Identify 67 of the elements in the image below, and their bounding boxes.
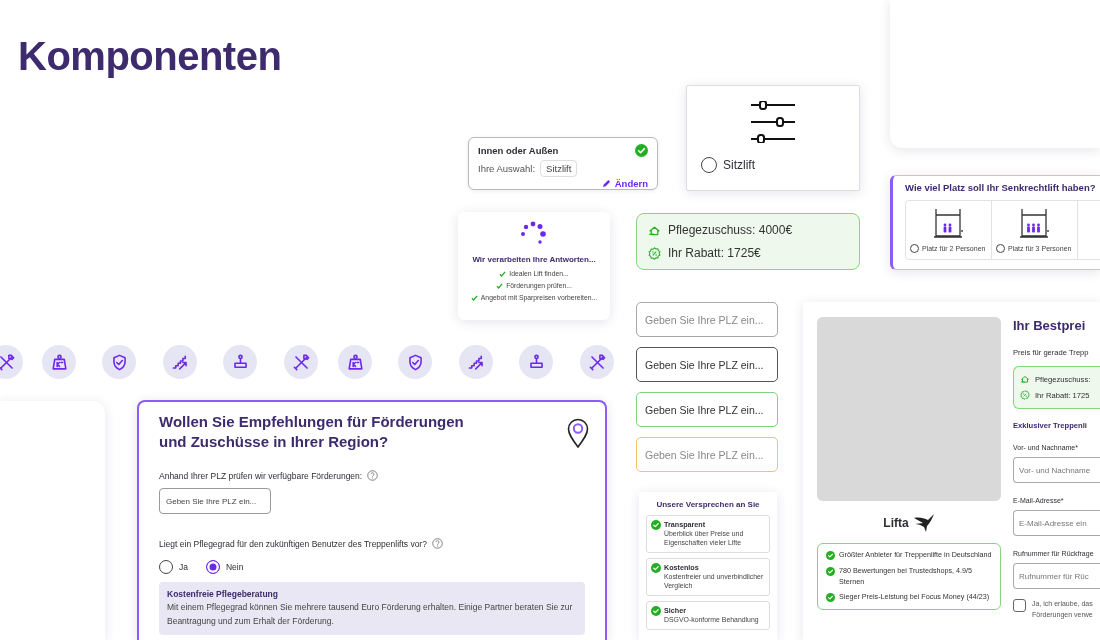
offer-title: Ihr Bestprei — [1013, 318, 1087, 333]
shield-check-icon-button[interactable] — [398, 345, 432, 379]
radio-label: Ja — [179, 562, 188, 572]
stairs-arrow-icon-button[interactable] — [459, 345, 493, 379]
tools-icon — [0, 352, 16, 372]
stairs-arrow-icon — [170, 352, 190, 372]
input-field[interactable]: Rufnummer für Rüc — [1013, 563, 1100, 589]
joystick-icon-button[interactable] — [519, 345, 553, 379]
check-icon — [651, 562, 661, 573]
input-field[interactable]: Geben Sie Ihre PLZ ein... — [636, 347, 778, 382]
question-title: Wollen Sie Empfehlungen für Förderungen — [159, 412, 465, 432]
radio-button[interactable] — [910, 244, 919, 253]
discount-badge-icon — [1020, 390, 1030, 400]
input-field[interactable]: E-Mail-Adresse ein — [1013, 510, 1100, 536]
promises-title: Unsere Versprechen an Sie — [655, 500, 761, 509]
tools-icon-button[interactable] — [284, 345, 318, 379]
summary-title: Innen oder Außen — [478, 145, 560, 156]
weight-icon — [49, 352, 69, 372]
stairs-arrow-icon-button[interactable] — [163, 345, 197, 379]
radio-button[interactable] — [701, 157, 717, 173]
checkbox[interactable] — [1013, 599, 1026, 612]
map-pin-icon — [567, 418, 589, 448]
radio-label: Nein — [226, 562, 244, 572]
subsidy-text: Ihr Rabatt: 1725€ — [668, 246, 761, 260]
bird-icon — [912, 513, 935, 533]
option-card[interactable]: Sitzlift — [686, 85, 860, 191]
question-title: und Zuschüsse in Ihrer Region? — [159, 432, 390, 452]
pencil-icon — [601, 179, 611, 188]
check-icon — [651, 520, 661, 530]
input-field[interactable]: Geben Sie Ihre PLZ ein... — [636, 302, 778, 337]
weight-icon-button[interactable] — [42, 345, 76, 379]
check-icon — [651, 605, 661, 616]
joystick-icon-button[interactable] — [223, 345, 257, 379]
option-label: Sitzlift — [723, 158, 755, 172]
postcode-field[interactable]: Geben Sie Ihre PLZ ein... — [159, 488, 271, 514]
question-title: Wie viel Platz soll Ihr Senkrechtlift haben? — [905, 182, 1097, 193]
radio-button[interactable] — [996, 244, 1005, 253]
subsidy-text: Pflegezuschuss: 4000€ — [668, 223, 793, 237]
radio-button[interactable] — [206, 560, 220, 574]
house-hand-icon — [1020, 374, 1030, 384]
sliders-icon — [750, 101, 796, 143]
weight-icon-button[interactable] — [338, 345, 372, 379]
info-title: Kostenfreie Pflegeberatung — [167, 589, 279, 599]
edit-link[interactable]: Ändern — [601, 178, 648, 189]
radio-button[interactable] — [159, 560, 173, 574]
question-text: Liegt ein Pflegegrad für den zukünftigen Benutzer des Treppenlifts vor? — [159, 538, 427, 549]
check-icon — [826, 593, 835, 603]
tools-icon — [587, 352, 607, 372]
selection-label: Ihre Auswahl: — [478, 163, 536, 174]
input-field[interactable]: Geben Sie Ihre PLZ ein... — [636, 392, 778, 427]
page-title: Komponenten — [18, 34, 282, 79]
info-text: Mit einem Pflegegrad können Sie mehrere tausend Euro Förderung erhalten. Einige Partner beraten Sie zur Beantragung und zum Erhalt der Förderung. — [167, 601, 574, 628]
brand-name: Lifta — [883, 516, 909, 530]
loading-title: Wir verarbeiten Ihre Antworten... — [472, 255, 596, 264]
input-field[interactable]: Geben Sie Ihre PLZ ein... — [636, 437, 778, 472]
tools-icon — [291, 352, 311, 372]
check-icon — [826, 566, 835, 576]
weight-icon — [345, 352, 365, 372]
spinner-icon — [520, 221, 548, 245]
tools-icon-button[interactable] — [580, 345, 614, 379]
selection-chip: Sitzlift — [540, 160, 578, 177]
check-icon — [826, 551, 835, 560]
discount-badge-icon — [648, 246, 661, 260]
field-label: Anhand Ihrer PLZ prüfen wir verfügbare Förderungen: — [159, 470, 363, 481]
stairs-arrow-icon — [466, 352, 486, 372]
shield-check-icon-button[interactable] — [102, 345, 136, 379]
input-field[interactable]: Vor- und Nachname — [1013, 457, 1100, 483]
